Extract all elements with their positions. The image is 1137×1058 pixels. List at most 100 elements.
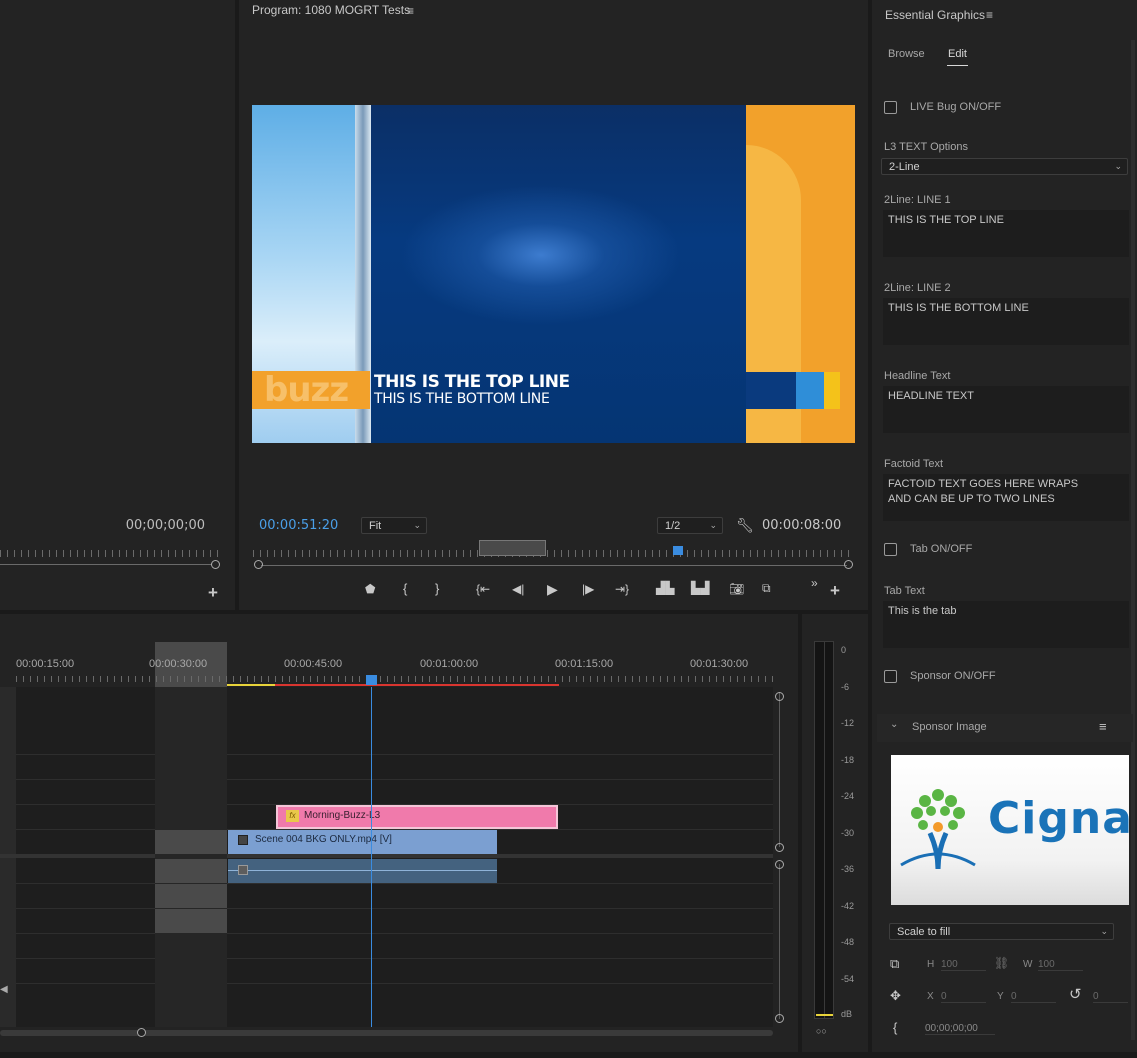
program-scroll-handle-left[interactable] (254, 560, 263, 569)
v-scroll-handle[interactable] (775, 860, 784, 869)
l3-bottom-line: THIS IS THE BOTTOM LINE (374, 391, 550, 407)
program-scroll-handle-right[interactable] (844, 560, 853, 569)
video-clip-icon (238, 835, 248, 845)
step-forward-icon[interactable]: |▶ (582, 583, 594, 595)
l3-logo-text: buzz (264, 370, 349, 410)
panel-menu-icon[interactable]: ≡ (407, 4, 414, 18)
track-row[interactable] (16, 755, 773, 780)
l3-options-dropdown[interactable]: 2-Line ⌄ (881, 158, 1128, 175)
position-icon: ✥ (890, 988, 901, 1003)
y-value[interactable]: 0 (1011, 991, 1056, 1003)
line1-label: 2Line: LINE 1 (884, 194, 951, 206)
track-row[interactable] (16, 730, 773, 755)
video-clip[interactable]: Scene 004 BKG ONLY.mp4 [V] (228, 830, 497, 854)
program-playhead-marker[interactable] (673, 546, 683, 555)
chevron-down-icon[interactable]: ⌄ (890, 719, 898, 730)
add-button-icon[interactable]: + (830, 582, 840, 599)
timeline-playhead-handle[interactable] (366, 675, 377, 685)
h-scroll-handle[interactable] (137, 1028, 146, 1037)
meter-scale-1: -6 (841, 682, 850, 692)
solo-button-icon[interactable]: ○○ (816, 1026, 827, 1036)
tab-toggle-checkbox[interactable] (884, 543, 897, 556)
track-row[interactable] (16, 884, 773, 909)
sponsor-image-thumbnail[interactable]: Cigna (891, 755, 1129, 905)
sponsor-toggle-label: Sponsor ON/OFF (910, 670, 996, 682)
source-scrollbar[interactable] (0, 564, 212, 565)
line1-field[interactable]: THIS IS THE TOP LINE (883, 210, 1129, 257)
compare-icon[interactable]: ⧉ (762, 582, 771, 594)
program-monitor-title[interactable]: Program: 1080 MOGRT Tests (252, 3, 410, 17)
source-ruler[interactable] (0, 550, 220, 557)
eg-title[interactable]: Essential Graphics (885, 8, 985, 22)
line2-field[interactable]: THIS IS THE BOTTOM LINE (883, 298, 1129, 345)
factoid-field[interactable]: FACTOID TEXT GOES HERE WRAPS AND CAN BE … (883, 474, 1129, 521)
meter-scale-7: -42 (841, 901, 855, 911)
v-scroll-handle[interactable] (775, 1014, 784, 1023)
meter-scale-unit: dB (841, 1009, 853, 1019)
graphic-clip[interactable]: fx Morning-Buzz-L3 (276, 805, 558, 829)
eg-scrollbar[interactable] (1131, 40, 1135, 1040)
rotation-value[interactable]: 0 (1093, 991, 1128, 1003)
play-icon[interactable]: ▶ (547, 582, 558, 596)
audio-waveform-line (228, 870, 497, 871)
track-row[interactable] (16, 934, 773, 959)
program-scrollbar[interactable] (261, 565, 847, 566)
sponsor-toggle-checkbox[interactable] (884, 670, 897, 683)
go-to-out-icon[interactable]: ⇥} (615, 583, 629, 595)
track-row[interactable] (16, 909, 773, 934)
source-add-button-icon[interactable]: + (208, 584, 218, 601)
mark-in-icon[interactable]: { (403, 582, 407, 595)
meter-scale-9: -54 (841, 974, 855, 984)
v-scroll-handle[interactable] (775, 692, 784, 701)
v-scroll-handle[interactable] (775, 843, 784, 852)
program-current-timecode[interactable]: 00:00:51:20 (259, 518, 338, 533)
resolution-dropdown[interactable]: 1/2 ⌄ (657, 517, 723, 534)
render-bar-red (275, 684, 559, 686)
step-back-icon[interactable]: ◀| (512, 583, 524, 595)
wrench-icon[interactable]: 🔧︎ (736, 518, 754, 532)
ruler-label-1: 00:00:15:00 (16, 658, 75, 670)
h-value[interactable]: 100 (941, 959, 986, 971)
extract-icon[interactable]: ▙▟ (691, 582, 709, 594)
eg-menu-icon[interactable]: ≡ (986, 8, 993, 22)
tab-edit[interactable]: Edit (948, 48, 967, 60)
source-timecode: 00;00;00;00 (125, 518, 205, 533)
program-in-out-range[interactable] (479, 540, 546, 556)
video-frame[interactable]: buzz THIS IS THE TOP LINE THIS IS THE BO… (252, 105, 855, 443)
source-scroll-handle[interactable] (211, 560, 220, 569)
l3-options-label: L3 TEXT Options (884, 141, 968, 153)
tab-browse[interactable]: Browse (888, 48, 925, 60)
w-value[interactable]: 100 (1038, 959, 1083, 971)
ruler-label-2: 00:00:30:00 (149, 658, 208, 670)
track-row[interactable] (16, 780, 773, 805)
x-value[interactable]: 0 (941, 991, 986, 1003)
program-ruler[interactable] (253, 550, 853, 557)
go-to-in-icon[interactable]: {⇤ (476, 583, 490, 595)
graphic-clip-label: Morning-Buzz-L3 (304, 810, 381, 821)
audio-clip[interactable] (228, 859, 497, 883)
h-scrollbar[interactable] (0, 1030, 773, 1036)
live-bug-checkbox[interactable] (884, 101, 897, 114)
sponsor-menu-icon[interactable]: ≡ (1099, 719, 1107, 734)
camera-icon[interactable]: 📷︎ (729, 583, 744, 595)
more-icon[interactable]: » (811, 577, 818, 589)
meter-scale-5: -30 (841, 828, 855, 838)
lift-icon[interactable]: ▟▙ (656, 582, 674, 594)
zoom-dropdown[interactable]: Fit ⌄ (361, 517, 427, 534)
timeline-ruler[interactable]: 00:00:15:00 00:00:30:00 00:00:45:00 00:0… (16, 642, 778, 687)
v-scrollbar-bottom[interactable] (779, 864, 780, 1019)
marker-icon[interactable]: ⬟ (365, 583, 375, 595)
link-icon[interactable]: ⛓︎ (994, 957, 1009, 969)
headline-field[interactable]: HEADLINE TEXT (883, 386, 1129, 433)
track-arrow-icon[interactable]: ◀ (0, 984, 8, 995)
render-bar-yellow (227, 684, 275, 686)
chevron-down-icon: ⌄ (413, 520, 421, 530)
time-value[interactable]: 00;00;00;00 (925, 1023, 995, 1035)
meter-divider (824, 641, 825, 1019)
mark-out-icon[interactable]: } (435, 582, 439, 595)
track-row[interactable] (16, 959, 773, 984)
l3-options-value: 2-Line (889, 161, 920, 173)
tab-text-field[interactable]: This is the tab (883, 601, 1129, 648)
scale-mode-dropdown[interactable]: Scale to fill ⌄ (889, 923, 1114, 940)
v-scrollbar-top[interactable] (779, 692, 780, 847)
